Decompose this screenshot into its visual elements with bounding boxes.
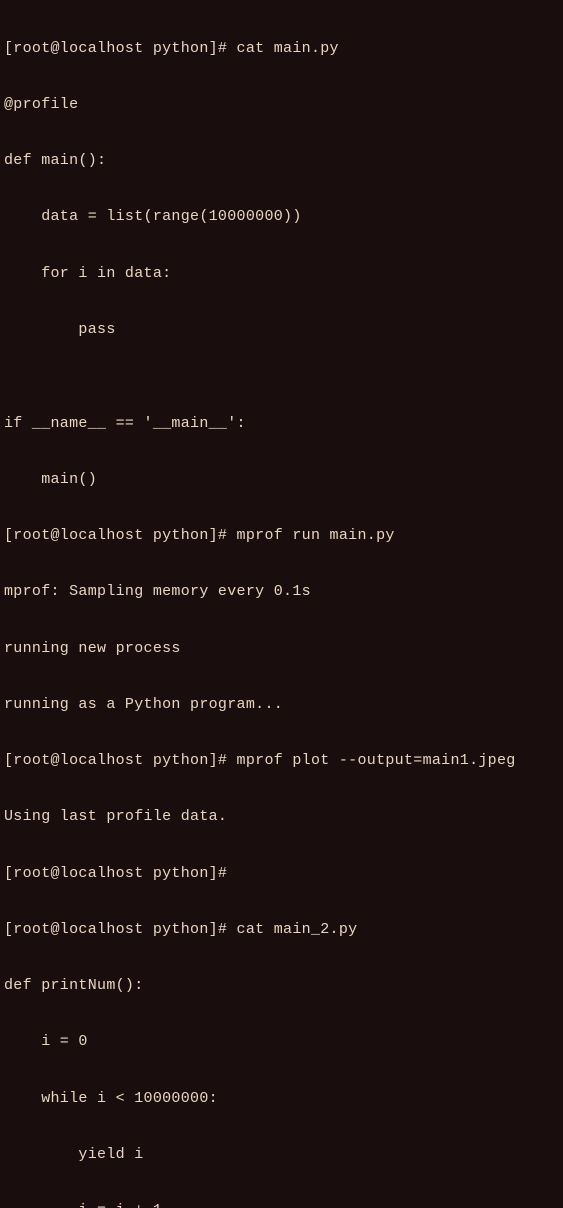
code-line: for i in data: [4,265,559,284]
code-line: def main(): [4,152,559,171]
code-line: while i < 10000000: [4,1090,559,1109]
code-line: @profile [4,96,559,115]
shell-prompt: [root@localhost python]# [4,752,237,769]
shell-command: cat main.py [237,40,339,57]
code-line: yield i [4,1146,559,1165]
output-line: running new process [4,640,559,659]
output-line: Using last profile data. [4,808,559,827]
shell-prompt: [root@localhost python]# [4,865,237,882]
code-line: i = 0 [4,1033,559,1052]
code-line: def printNum(): [4,977,559,996]
terminal-line: [root@localhost python]# mprof run main.… [4,527,559,546]
terminal-line: [root@localhost python]# cat main.py [4,40,559,59]
shell-prompt: [root@localhost python]# [4,527,237,544]
shell-prompt: [root@localhost python]# [4,921,237,938]
shell-prompt: [root@localhost python]# [4,40,237,57]
code-line: pass [4,321,559,340]
terminal-line: [root@localhost python]# mprof plot --ou… [4,752,559,771]
code-line: i = i + 1 [4,1202,559,1208]
shell-command: mprof plot --output=main1.jpeg [237,752,516,769]
terminal-line: [root@localhost python]# cat main_2.py [4,921,559,940]
code-line: data = list(range(10000000)) [4,208,559,227]
output-line: mprof: Sampling memory every 0.1s [4,583,559,602]
output-line: running as a Python program... [4,696,559,715]
code-line: if __name__ == '__main__': [4,415,559,434]
code-line: main() [4,471,559,490]
terminal-line: [root@localhost python]# [4,865,559,884]
shell-command: mprof run main.py [237,527,395,544]
terminal-window[interactable]: [root@localhost python]# cat main.py @pr… [4,2,559,1208]
shell-command: cat main_2.py [237,921,358,938]
